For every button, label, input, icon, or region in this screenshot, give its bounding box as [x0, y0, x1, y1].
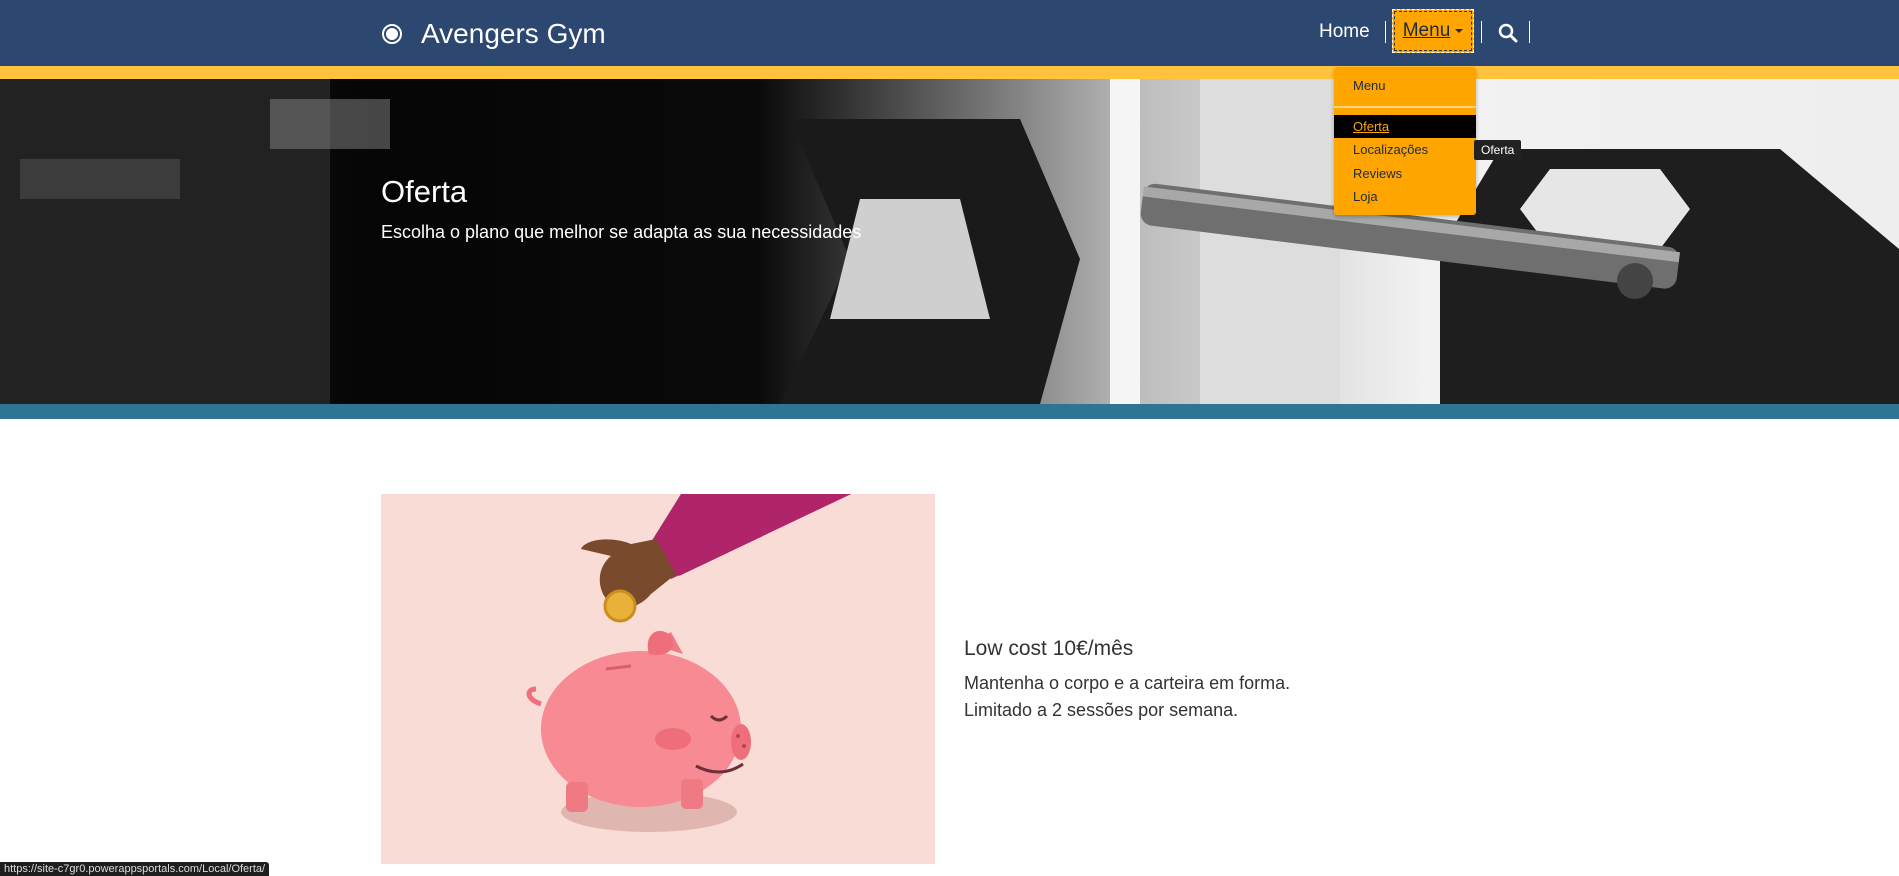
hero-title: Oferta	[381, 174, 468, 209]
brand-name: Avengers Gym	[421, 18, 606, 49]
dropdown-divider	[1334, 106, 1476, 108]
piggy-bank-illustration	[381, 494, 935, 864]
nav-home-link[interactable]: Home	[1319, 21, 1370, 43]
nav-menu-label: Menu	[1402, 20, 1451, 41]
hero-subtitle: Escolha o plano que melhor se adapta as …	[381, 222, 862, 242]
top-navbar: Avengers Gym Home Menu	[0, 0, 1899, 79]
dropdown-item-reviews[interactable]: Reviews	[1334, 162, 1476, 185]
logo-icon	[382, 24, 402, 44]
plan-description: Limitado a 2 sessões por semana.	[964, 700, 1239, 720]
tooltip: Oferta	[1474, 140, 1522, 160]
caret-down-icon	[1455, 29, 1464, 33]
nav-menu-button[interactable]: Menu	[1392, 9, 1474, 53]
menu-dropdown: Menu Oferta Localizações Reviews Loja	[1334, 67, 1476, 215]
nav-separator	[1481, 21, 1482, 43]
nav-separator	[1529, 21, 1530, 43]
dropdown-item-loja[interactable]: Loja	[1334, 185, 1476, 208]
nav-separator	[1385, 21, 1386, 43]
plan-title: Low cost 10€/mês	[964, 637, 1134, 660]
dropdown-item-oferta[interactable]: Oferta	[1334, 115, 1476, 138]
piggy-bank-icon	[526, 494, 935, 832]
plan-description: Mantenha o corpo e a carteira em forma.	[964, 673, 1291, 693]
hero-banner: Oferta Escolha o plano que melhor se ada…	[0, 79, 1899, 404]
barbell-photo	[0, 79, 1899, 404]
hero-divider	[0, 404, 1899, 419]
dropdown-header: Menu	[1353, 78, 1386, 93]
dropdown-item-localizacoes[interactable]: Localizações	[1334, 138, 1476, 161]
search-icon[interactable]	[1497, 22, 1519, 44]
brand[interactable]: Avengers Gym	[381, 12, 606, 56]
status-bar-url: https://site-c7gr0.powerappsportals.com/…	[0, 862, 270, 876]
